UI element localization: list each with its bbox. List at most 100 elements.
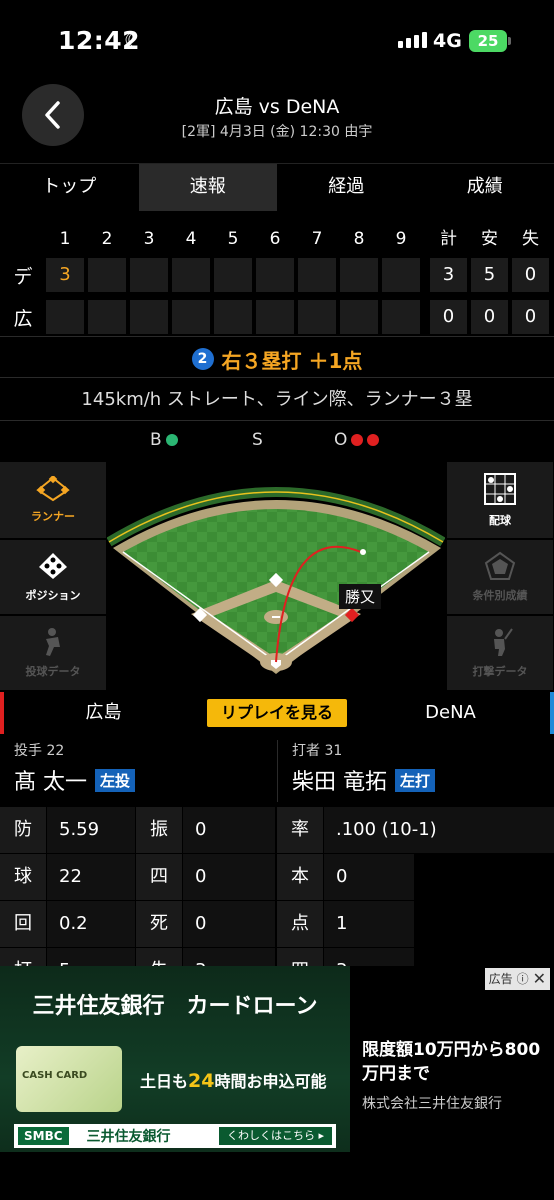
batter-icon: [494, 628, 513, 656]
tab-top[interactable]: トップ: [0, 164, 139, 211]
scoreboard-header: 1 2 3 4 5 6 7 8 9 計 安 失: [0, 224, 554, 254]
stat-value: .100 (10-1): [324, 807, 554, 853]
tab-progress[interactable]: 経過: [277, 164, 416, 211]
ad-banner[interactable]: 三井住友銀行 カードローン CASH CARD 土日も24時間お申込可能 SMB…: [0, 966, 554, 1152]
situational-stats-button[interactable]: 条件別成績: [447, 540, 553, 614]
info-icon[interactable]: ⓘ: [517, 968, 529, 990]
out-dot: [367, 434, 380, 446]
field-diagram: 勝又: [106, 462, 446, 690]
batting-data-button[interactable]: 打撃データ: [447, 616, 553, 690]
pitcher-stat-row: 防 5.59 振 0: [0, 807, 276, 853]
inning-header: 9: [395, 229, 407, 249]
out-dot: [351, 434, 364, 446]
inning-score: [382, 258, 420, 292]
tab-bar: トップ 速報 経過 成績: [0, 163, 554, 211]
inning-header: 4: [185, 229, 197, 249]
pitcher-stat-row: 回 0.2 死 0: [0, 901, 276, 947]
balls-indicator: B: [150, 430, 178, 450]
inning-score: [256, 258, 294, 292]
position-icon: [39, 553, 67, 579]
batter-stat-row: 本 0: [277, 854, 554, 900]
stat-value: 0: [183, 901, 275, 947]
play-headline: 2 右３塁打 ＋1点: [0, 342, 554, 376]
ad-more-button[interactable]: くわしくはこちら ▸: [218, 1127, 332, 1145]
pitch-data-button[interactable]: 投球データ: [0, 616, 106, 690]
ad-image[interactable]: 三井住友銀行 カードローン CASH CARD 土日も24時間お申込可能 SMB…: [0, 966, 350, 1152]
radar-icon: [484, 551, 516, 580]
pitcher-stat-row: 球 22 四 0: [0, 854, 276, 900]
batter-name[interactable]: 柴田 竜拓: [292, 764, 387, 796]
inning-score: [256, 300, 294, 334]
inning-score: [340, 258, 378, 292]
tab-live[interactable]: 速報: [138, 164, 277, 211]
card-text: CASH CARD: [22, 1070, 88, 1081]
inning-header: 3: [143, 229, 155, 249]
inning-header: 8: [353, 229, 365, 249]
inning-score: [172, 300, 210, 334]
stat-key: 本: [277, 854, 323, 900]
stat-key: 率: [277, 807, 323, 853]
ball-dot: [165, 434, 178, 446]
total-errors-header: 失: [522, 229, 539, 249]
battery-tip: [508, 37, 511, 45]
strikes-indicator: S: [252, 430, 263, 450]
runner-diamond-icon: [36, 476, 70, 502]
cash-card-image: CASH CARD: [16, 1046, 122, 1112]
stat-key: 球: [0, 854, 46, 900]
total-hits-header: 安: [481, 229, 498, 249]
status-bar: 12:42 ☾ 4G 25: [0, 0, 554, 80]
battery-icon: 25: [469, 30, 507, 52]
scoreboard-row-home: 広 0 0 0: [0, 298, 554, 336]
outs-indicator: O: [334, 430, 380, 450]
close-icon[interactable]: ✕: [533, 968, 546, 990]
stat-key: 振: [136, 807, 182, 853]
replay-button[interactable]: リプレイを見る: [207, 699, 347, 727]
network-label: 4G: [433, 30, 462, 52]
inning-score: [130, 300, 168, 334]
ad-copy[interactable]: 限度額10万円から800万円まで 株式会社三井住友銀行: [362, 1038, 548, 1116]
inning-header: 5: [227, 229, 239, 249]
batter-role: 打者 31: [292, 743, 343, 759]
away-team-label[interactable]: DeNA: [347, 692, 554, 734]
divider: [0, 336, 554, 337]
team-bar: 広島 リプレイを見る DeNA: [0, 692, 554, 734]
tab-stats[interactable]: 成績: [416, 164, 554, 211]
stat-key: 防: [0, 807, 46, 853]
inning-score: [88, 258, 126, 292]
runner-view-button[interactable]: ランナー: [0, 462, 106, 538]
position-view-button[interactable]: ポジション: [0, 540, 106, 614]
total-runs: 0: [430, 300, 467, 334]
inning-score: [214, 300, 252, 334]
signal-icon: [398, 32, 427, 48]
stat-value: 1: [324, 901, 414, 947]
ad-advertiser: 株式会社三井住友銀行: [362, 1096, 502, 1112]
inning-score: [130, 258, 168, 292]
pitch-data-label: 投球データ: [25, 665, 81, 678]
pitcher-hand-badge: 左投: [95, 768, 136, 792]
batter-stat-row: 率 .100 (10-1): [277, 807, 554, 853]
stat-value: 0: [183, 854, 275, 900]
batting-data-label: 打撃データ: [472, 665, 528, 678]
inning-header: 2: [101, 229, 113, 249]
ad-tagline-post: 時間お申込可能: [214, 1072, 327, 1091]
runner-view-label: ランナー: [31, 510, 75, 523]
inning-score: [172, 258, 210, 292]
pitcher-header: 投手 22 髙 太一 左投: [14, 740, 136, 800]
pitch-sequence-button[interactable]: 配球: [447, 462, 553, 538]
inning-header: 6: [269, 229, 281, 249]
stat-key: 点: [277, 901, 323, 947]
pitch-grid-icon: [484, 473, 516, 505]
total-hits: 5: [471, 258, 508, 292]
page-title: 広島 vs DeNA: [214, 96, 340, 118]
home-team-label[interactable]: 広島: [0, 692, 207, 734]
balls-label: B: [150, 430, 162, 450]
ad-badge[interactable]: 広告 ⓘ ✕: [484, 968, 550, 990]
team-abbr: 広: [13, 307, 33, 330]
inning-score: [298, 258, 336, 292]
inning-score: 3: [46, 258, 84, 292]
inning-score: [214, 258, 252, 292]
pitcher-name[interactable]: 髙 太一: [14, 764, 87, 796]
team-abbr: デ: [13, 265, 33, 288]
ad-bottom-bar: SMBC 三井住友銀行 くわしくはこちら ▸: [14, 1124, 336, 1148]
ad-title: 三井住友銀行 カードローン: [32, 994, 318, 1019]
